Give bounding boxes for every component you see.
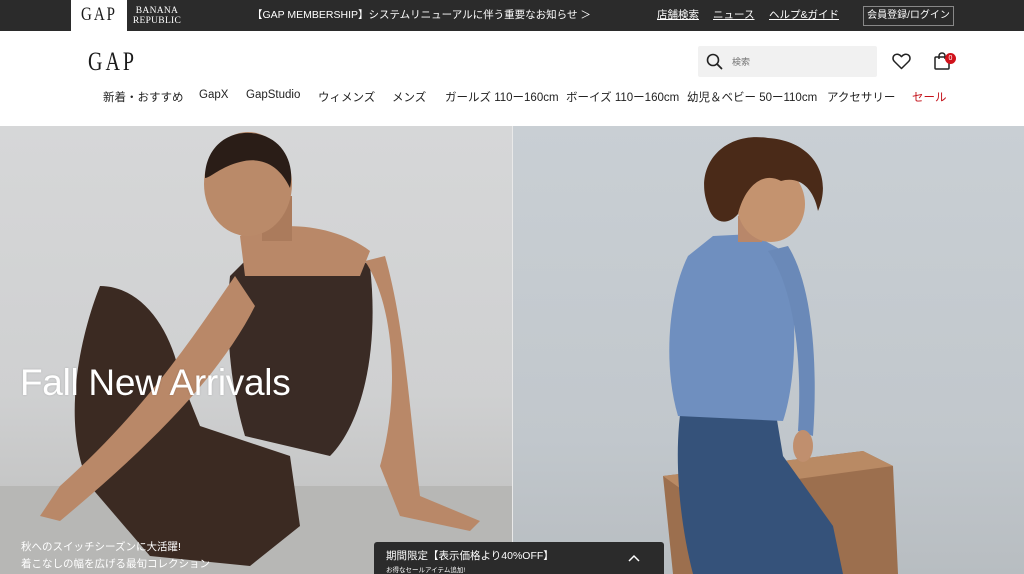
hero-subtitle-2: 着こなしの幅を広げる最旬コレクション xyxy=(21,558,210,570)
nav-gapstudio[interactable]: GapStudio xyxy=(246,89,300,101)
store-locator-link[interactable]: 店舗検索 xyxy=(657,0,699,31)
hero-banner[interactable]: Fall New Arrivals 秋へのスイッチシーズンに大活躍! 着こなしの… xyxy=(0,126,1024,574)
brand-tab-banana-republic[interactable]: BANANA REPUBLIC xyxy=(127,0,187,31)
nav-mens[interactable]: メンズ xyxy=(392,89,426,105)
nav-sale[interactable]: セール xyxy=(912,89,947,105)
category-nav: 新着・おすすめ GapX GapStudio ウィメンズ メンズ ガールズ 11… xyxy=(0,89,1024,107)
nav-girls[interactable]: ガールズ 110ー160cm xyxy=(445,89,559,105)
nav-accessories[interactable]: アクセサリー xyxy=(827,89,895,105)
announcement-link[interactable]: 【GAP MEMBERSHIP】システムリニューアルに伴う重要なお知らせ ＞ xyxy=(252,0,591,31)
nav-womens[interactable]: ウィメンズ xyxy=(318,89,375,105)
nav-gapx[interactable]: GapX xyxy=(199,89,228,101)
brand-tab-gap[interactable]: GAP xyxy=(71,0,127,31)
model-child-illustration xyxy=(663,137,898,574)
nav-baby[interactable]: 幼児＆ベビー 50ー110cm xyxy=(687,89,817,105)
hero-title: Fall New Arrivals xyxy=(20,362,291,403)
promo-drawer[interactable]: 期間限定【表示価格より40%OFF】 お得なセールアイテム追加! xyxy=(374,542,664,574)
search-icon[interactable] xyxy=(706,53,723,70)
news-link[interactable]: ニュース xyxy=(713,0,754,31)
hero-image-women[interactable]: Fall New Arrivals 秋へのスイッチシーズンに大活躍! 着こなしの… xyxy=(0,126,512,574)
model-woman-illustration xyxy=(0,132,512,574)
help-guide-link[interactable]: ヘルプ&ガイド xyxy=(769,0,839,31)
banana-republic-logo-line1: BANANA xyxy=(135,5,179,16)
hero-subtitle-1: 秋へのスイッチシーズンに大活躍! xyxy=(21,541,181,553)
promo-title: 期間限定【表示価格より40%OFF】 xyxy=(386,550,554,562)
heart-icon[interactable] xyxy=(892,53,911,70)
register-login-button[interactable]: 会員登録/ログイン xyxy=(863,6,954,26)
nav-boys[interactable]: ボーイズ 110ー160cm xyxy=(566,89,679,105)
promo-subtitle: お得なセールアイテム追加! xyxy=(386,567,466,574)
utility-bar: GAP BANANA REPUBLIC 【GAP MEMBERSHIP】システム… xyxy=(0,0,1024,31)
hero-image-kids[interactable] xyxy=(513,126,1024,574)
gap-brand-logo: GAP xyxy=(80,4,117,25)
nav-new-arrivals[interactable]: 新着・おすすめ xyxy=(103,89,184,105)
search-input[interactable] xyxy=(732,46,872,77)
search-box[interactable] xyxy=(698,46,877,77)
bag-count-badge: 0 xyxy=(945,53,956,64)
banana-republic-logo-line2: REPUBLIC xyxy=(132,15,182,26)
site-logo[interactable]: GAP xyxy=(88,48,137,78)
chevron-up-icon[interactable] xyxy=(628,554,640,562)
